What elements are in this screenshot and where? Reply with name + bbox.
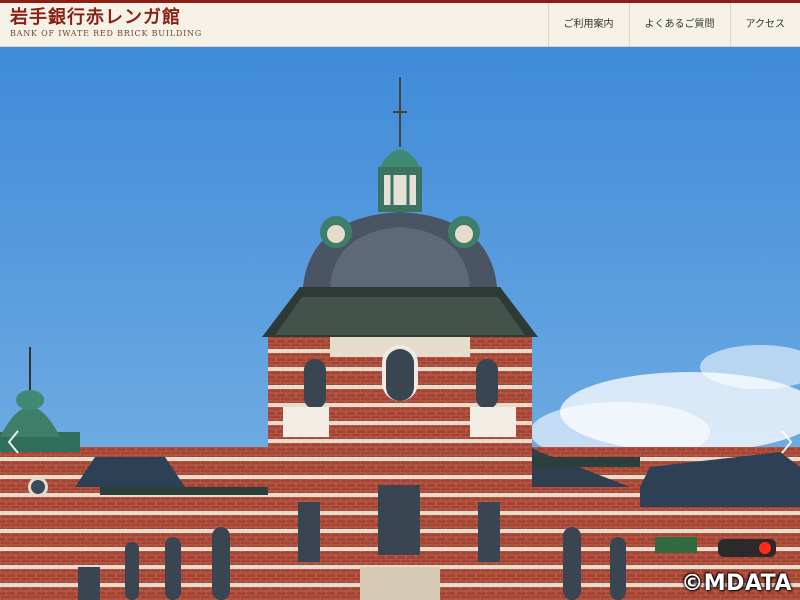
site-logo[interactable]: 岩手銀行赤レンガ館 BANK OF IWATE RED BRICK BUILDI…	[10, 8, 202, 40]
hero-slider: ©MDATA	[0, 47, 800, 600]
chevron-left-icon	[7, 430, 19, 454]
hero-image	[0, 47, 800, 600]
nav-item-faq[interactable]: よくあるご質問	[628, 3, 730, 47]
logo-title: 岩手銀行赤レンガ館	[10, 7, 181, 28]
slider-next-button[interactable]	[776, 427, 796, 457]
copyright-watermark: ©MDATA	[681, 571, 792, 596]
nav-item-access[interactable]: アクセス	[729, 3, 800, 47]
logo-subtitle: BANK OF IWATE RED BRICK BUILDING	[10, 29, 203, 38]
main-nav: ご利用案内 よくあるご質問 アクセス	[547, 3, 800, 47]
site-header: 岩手銀行赤レンガ館 BANK OF IWATE RED BRICK BUILDI…	[0, 3, 800, 47]
chevron-right-icon	[781, 430, 793, 454]
nav-item-guide[interactable]: ご利用案内	[547, 3, 629, 47]
slider-prev-button[interactable]	[4, 427, 24, 457]
